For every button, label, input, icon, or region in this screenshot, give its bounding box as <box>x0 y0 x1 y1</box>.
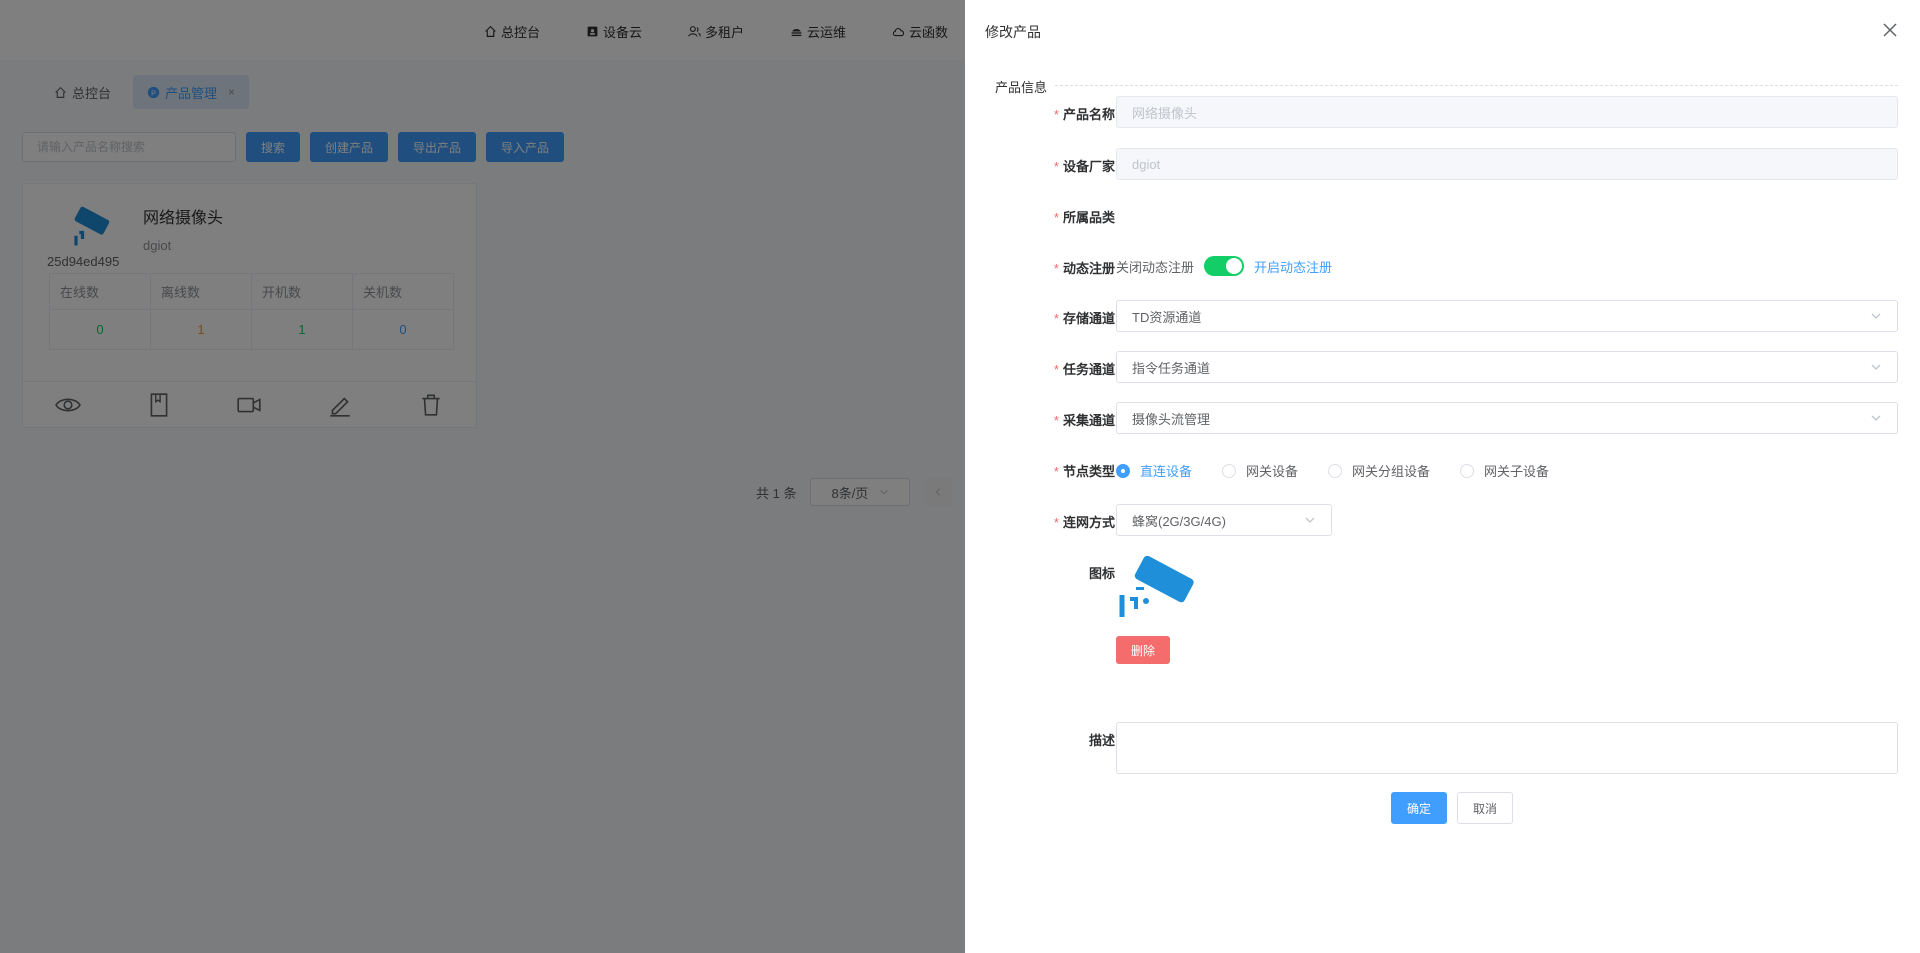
radio-dot <box>1460 463 1475 478</box>
form-label: * 存储通道 <box>985 308 1115 327</box>
required-mark: * <box>1053 210 1059 225</box>
maker-input: dgiot <box>1116 148 1898 180</box>
label-text: 图标 <box>1088 566 1115 581</box>
camera-icon <box>1119 555 1194 617</box>
radio-label: 网关子设备 <box>1484 464 1550 479</box>
required-mark: * <box>1053 311 1059 326</box>
switch-off-label[interactable]: 关闭动态注册 <box>1116 257 1194 276</box>
form-label: * 产品名称 <box>985 104 1115 123</box>
switch-on-label[interactable]: 开启动态注册 <box>1254 257 1332 276</box>
storage-channel-select[interactable]: TD资源通道 <box>1116 300 1898 332</box>
form-label: * 设备厂家 <box>985 156 1115 175</box>
form-label: * 任务通道 <box>985 359 1115 378</box>
network-mode-select[interactable]: 蜂窝(2G/3G/4G) <box>1116 504 1332 536</box>
radio-gateway-sub-device[interactable]: 网关子设备 <box>1460 461 1549 480</box>
description-textarea[interactable] <box>1116 722 1898 774</box>
select-value: 蜂窝(2G/3G/4G) <box>1132 513 1226 529</box>
required-mark: * <box>1053 261 1059 276</box>
radio-label: 网关分组设备 <box>1352 464 1431 479</box>
close-icon[interactable] <box>1882 22 1898 38</box>
form-label: 描述 <box>985 730 1115 749</box>
drawer-title: 修改产品 <box>985 24 1041 40</box>
delete-icon-button[interactable]: 删除 <box>1116 636 1171 664</box>
task-channel-select[interactable]: 指令任务通道 <box>1116 351 1898 383</box>
label-text: 存储通道 <box>1062 311 1115 326</box>
required-mark: * <box>1053 464 1059 479</box>
dynamic-register-switch-group: 关闭动态注册 开启动态注册 <box>1116 256 1898 276</box>
label-text: 节点类型 <box>1062 464 1115 479</box>
form-label: * 节点类型 <box>985 461 1115 480</box>
select-value: 摄像头流管理 <box>1132 411 1211 427</box>
radio-label: 直连设备 <box>1140 464 1193 479</box>
required-mark: * <box>1053 159 1059 174</box>
product-name-input: 网络摄像头 <box>1116 96 1898 128</box>
section-title: 产品信息 <box>995 77 1056 96</box>
required-mark: * <box>1053 107 1059 122</box>
label-text: 设备厂家 <box>1062 159 1115 174</box>
label-text: 描述 <box>1088 733 1115 748</box>
collect-channel-select[interactable]: 摄像头流管理 <box>1116 402 1898 434</box>
dynamic-register-switch[interactable] <box>1204 256 1245 276</box>
label-text: 动态注册 <box>1062 261 1115 276</box>
select-value: TD资源通道 <box>1132 309 1202 325</box>
label-text: 任务通道 <box>1062 362 1115 377</box>
form-label: * 动态注册 <box>985 258 1115 277</box>
chevron-down-icon <box>1871 313 1881 319</box>
radio-dot <box>1116 463 1130 478</box>
form-label: * 采集通道 <box>985 410 1115 429</box>
form-label: * 所属品类 <box>985 207 1115 226</box>
label-text: 采集通道 <box>1062 413 1115 428</box>
radio-dot <box>1328 463 1343 478</box>
label-text: 产品名称 <box>1062 107 1115 122</box>
node-type-radio-group: 直连设备 网关设备 网关分组设备 网关子设备 <box>1116 461 1898 480</box>
required-mark: * <box>1053 362 1059 377</box>
radio-direct-device[interactable]: 直连设备 <box>1116 461 1192 480</box>
chevron-down-icon <box>1305 517 1315 523</box>
confirm-button[interactable]: 确定 <box>1391 792 1448 824</box>
radio-dot <box>1222 463 1237 478</box>
chevron-down-icon <box>1871 415 1881 421</box>
switch-knob <box>1226 258 1243 274</box>
select-value: 指令任务通道 <box>1132 360 1211 376</box>
section-divider <box>995 85 1898 86</box>
label-text: 所属品类 <box>1062 210 1115 225</box>
radio-gateway-device[interactable]: 网关设备 <box>1222 461 1298 480</box>
edit-product-drawer: 修改产品 产品信息 * 产品名称 网络摄像头 * 设备厂家 dgiot * 所属品类 … <box>965 0 1920 953</box>
label-text: 连网方式 <box>1062 515 1115 530</box>
form-label: 图标 <box>985 563 1115 582</box>
form-label: * 连网方式 <box>985 512 1115 531</box>
chevron-down-icon <box>1871 364 1881 370</box>
required-mark: * <box>1053 413 1059 428</box>
cancel-button[interactable]: 取消 <box>1457 792 1514 824</box>
required-mark: * <box>1053 515 1059 530</box>
radio-label: 网关设备 <box>1246 464 1299 479</box>
radio-gateway-group-device[interactable]: 网关分组设备 <box>1328 461 1430 480</box>
